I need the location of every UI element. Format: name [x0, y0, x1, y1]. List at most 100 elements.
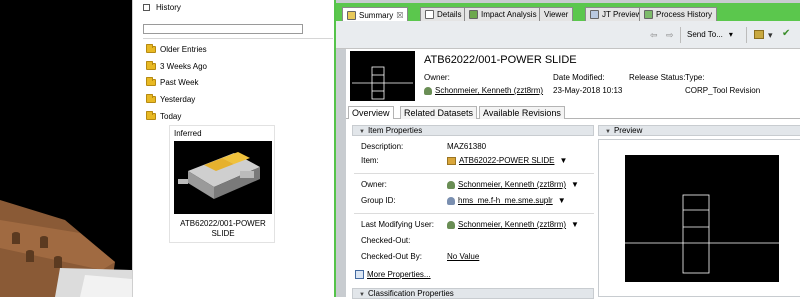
- last-modifying-user-label: Last Modifying User:: [361, 220, 434, 229]
- classification-properties-header[interactable]: ▼ Classification Properties: [352, 288, 594, 299]
- folder-icon: [146, 94, 156, 103]
- history-folder-older-entries[interactable]: Older Entries: [146, 44, 207, 54]
- history-checkbox-icon[interactable]: [143, 4, 150, 11]
- history-item-header: Inferred: [174, 129, 202, 138]
- item-properties-header[interactable]: ▼ Item Properties: [352, 125, 594, 136]
- history-filter-input[interactable]: [143, 24, 303, 34]
- summary-icon: [347, 10, 356, 20]
- history-panel: History Older Entries 3 Weeks Ago Past W…: [132, 0, 333, 297]
- date-modified-label: Date Modified:: [553, 73, 605, 82]
- tab-details[interactable]: Details: [420, 7, 467, 21]
- folder-icon: [146, 44, 156, 53]
- viewport-3d[interactable]: [0, 0, 132, 297]
- main-window: Summary ☒ Details Impact Analysis Viewer…: [334, 0, 800, 299]
- user-icon: [447, 220, 455, 229]
- object-thumbnail: [350, 51, 415, 101]
- subtab-overview[interactable]: Overview: [348, 106, 394, 119]
- description-label: Description:: [361, 142, 404, 151]
- preview-header[interactable]: ▼ Preview: [598, 125, 800, 136]
- subtab-available-revisions[interactable]: Available Revisions: [479, 106, 565, 119]
- history-title: History: [156, 3, 181, 12]
- group-id-label: Group ID:: [361, 196, 396, 205]
- row-separator: [354, 213, 594, 214]
- send-to-icon[interactable]: [754, 30, 764, 39]
- group-id-value[interactable]: hms_me.f-h_me.sme.suplr ▼: [447, 196, 566, 205]
- preview-panel: [598, 139, 800, 297]
- group-icon: [447, 196, 455, 205]
- more-properties-link[interactable]: More Properties...: [355, 270, 431, 280]
- owner-link[interactable]: Schonmeier, Kenneth (zzt8rm): [435, 86, 543, 95]
- jt-preview-icon: [590, 10, 599, 19]
- type-label: Type:: [685, 73, 705, 82]
- tab-label: Process History: [656, 10, 713, 19]
- forward-arrow-icon[interactable]: ⇨: [666, 30, 674, 41]
- tab-label: Impact Analysis: [481, 10, 537, 19]
- check-icon[interactable]: ✔: [782, 28, 790, 39]
- checked-out-by-value[interactable]: No Value: [447, 252, 479, 261]
- tab-bar: Summary ☒ Details Impact Analysis Viewer…: [336, 3, 800, 22]
- last-modifying-user-value[interactable]: Schonmeier, Kenneth (zzt8rm) ▼: [447, 220, 579, 229]
- chevron-down-icon[interactable]: ▾: [768, 30, 773, 41]
- close-icon[interactable]: ☒: [396, 11, 403, 20]
- row-separator: [354, 173, 594, 174]
- preview-image[interactable]: [625, 155, 779, 282]
- history-folder-3-weeks-ago[interactable]: 3 Weeks Ago: [146, 61, 207, 71]
- dropdown-triangle-icon[interactable]: ▼: [558, 196, 566, 205]
- collapse-triangle-icon: ▼: [359, 292, 365, 298]
- chevron-down-icon: ▾: [728, 30, 733, 39]
- subtab-related-datasets[interactable]: Related Datasets: [400, 106, 478, 119]
- user-icon: [424, 86, 432, 95]
- folder-label: 3 Weeks Ago: [160, 62, 207, 71]
- impact-analysis-icon: [469, 10, 478, 19]
- owner-value[interactable]: Schonmeier, Kenneth (zzt8rm) ▼: [447, 180, 579, 189]
- back-arrow-icon[interactable]: ⇦: [650, 30, 658, 41]
- history-item-name: ATB62022/001-POWER SLIDE: [180, 219, 266, 238]
- collapse-triangle-icon: ▼: [359, 129, 365, 135]
- send-to-label: Send To...: [687, 30, 723, 39]
- item-label: Item:: [361, 156, 379, 165]
- dropdown-triangle-icon[interactable]: ▼: [571, 180, 579, 189]
- date-modified-value: 23-May-2018 10:13: [553, 86, 623, 95]
- toolbar: ⇦ ⇨ Send To... ▾ ▾ ✔: [336, 21, 800, 49]
- details-icon: [425, 10, 434, 19]
- folder-label: Past Week: [160, 78, 199, 87]
- collapse-triangle-icon: ▼: [605, 129, 611, 135]
- checked-out-label: Checked-Out:: [361, 236, 411, 245]
- tab-summary[interactable]: Summary ☒: [342, 7, 409, 22]
- object-title: ATB62022/001-POWER SLIDE: [424, 54, 577, 66]
- owner-header-value[interactable]: Schonmeier, Kenneth (zzt8rm): [424, 86, 543, 95]
- owner-header-label: Owner:: [424, 73, 450, 82]
- history-item-card[interactable]: Inferred ATB62022/001-POWER SLIDE: [169, 125, 275, 243]
- tab-process-history[interactable]: Process History: [639, 7, 718, 21]
- item-value[interactable]: ATB62022-POWER SLIDE ▼: [447, 156, 567, 165]
- viewport-3d-canvas: [0, 200, 132, 297]
- owner-label: Owner:: [361, 180, 387, 189]
- send-to-button[interactable]: Send To... ▾: [687, 30, 733, 39]
- release-status-label: Release Status:: [629, 73, 686, 82]
- history-folder-yesterday[interactable]: Yesterday: [146, 94, 195, 104]
- dropdown-triangle-icon[interactable]: ▼: [571, 220, 579, 229]
- more-properties-icon: [355, 270, 364, 280]
- folder-label: Older Entries: [160, 45, 207, 54]
- tab-viewer[interactable]: Viewer: [539, 7, 574, 21]
- tab-jt-preview[interactable]: JT Preview: [585, 7, 647, 21]
- tab-label: Viewer: [544, 10, 569, 19]
- folder-icon: [146, 61, 156, 70]
- history-folder-past-week[interactable]: Past Week: [146, 77, 199, 87]
- process-history-icon: [644, 10, 653, 19]
- dropdown-triangle-icon[interactable]: ▼: [559, 156, 567, 165]
- tab-label: Summary: [359, 10, 394, 20]
- toolbar-separator: [680, 27, 681, 43]
- summary-subtabs: Overview Related Datasets Available Revi…: [346, 106, 800, 119]
- summary-pane: ATB62022/001-POWER SLIDE Owner: Date Mod…: [346, 49, 800, 299]
- history-header[interactable]: History: [143, 3, 181, 12]
- item-icon: [447, 156, 456, 165]
- folder-icon: [146, 77, 156, 86]
- type-value: CORP_Tool Revision: [685, 86, 761, 95]
- history-folder-today[interactable]: Today: [146, 111, 181, 121]
- tab-impact-analysis[interactable]: Impact Analysis: [464, 7, 542, 21]
- user-icon: [447, 180, 455, 189]
- tab-label: JT Preview: [602, 10, 642, 19]
- folder-icon: [146, 111, 156, 120]
- tab-label: Details: [437, 10, 462, 19]
